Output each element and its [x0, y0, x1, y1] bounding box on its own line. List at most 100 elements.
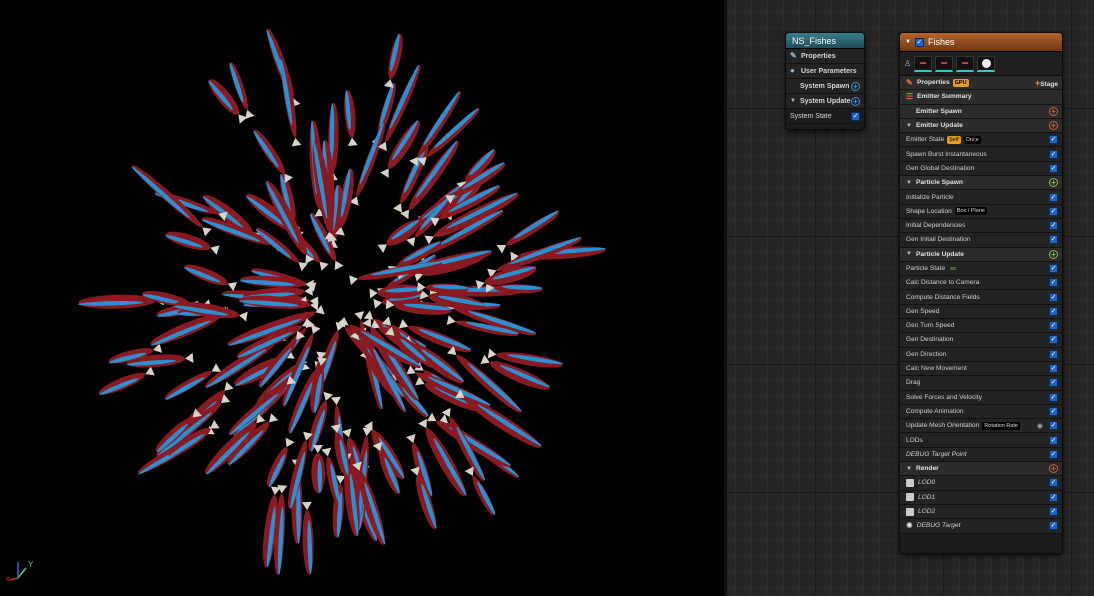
add-module-icon[interactable]: + — [1049, 464, 1058, 474]
add-module-icon[interactable]: + — [1049, 249, 1058, 259]
module-enable-checkbox[interactable]: ✓ — [1049, 349, 1058, 359]
module-row[interactable]: Particle State ∞ ✓ — [900, 261, 1062, 277]
module-row[interactable]: LOD2 ✓ — [900, 504, 1062, 520]
module-row[interactable]: LODs ✓ — [900, 433, 1062, 448]
module-enable-checkbox[interactable]: ✓ — [1049, 492, 1058, 502]
module-row[interactable]: Gen Initail Destination ✓ — [900, 233, 1062, 248]
module-row[interactable]: Calc Distance to Camera ✓ — [900, 276, 1062, 291]
module-enable-checkbox[interactable]: ✓ — [1049, 149, 1058, 159]
axis-x-label: x — [6, 574, 10, 583]
module-label: DEBUG Target Point — [906, 450, 967, 458]
module-label: Initial Dependencies — [906, 222, 966, 230]
collapse-arrow-icon[interactable]: ▼ — [790, 98, 796, 104]
collapse-arrow-icon[interactable]: ▼ — [905, 39, 911, 45]
mesh-thumbnail[interactable]: ▬ — [956, 55, 975, 72]
module-row[interactable]: Drag ✓ — [900, 376, 1062, 391]
system-properties-row[interactable]: ✎ Properties — [786, 49, 864, 64]
section-render[interactable]: ▼ Render + — [900, 462, 1062, 477]
system-state-row[interactable]: System State ✓ — [786, 109, 864, 124]
eye-icon[interactable]: ◉ — [1037, 422, 1043, 430]
user-parameters-row[interactable]: ● User Parameters — [786, 64, 864, 79]
emitter-title[interactable]: Fishes — [928, 37, 955, 47]
sprite-thumbnail[interactable] — [977, 55, 996, 72]
emitter-properties-label: Properties — [917, 79, 950, 87]
module-row[interactable]: Update Mesh Orientation Rotation Rate ◉ ✓ — [900, 419, 1062, 434]
module-enable-checkbox[interactable]: ✓ — [1049, 163, 1058, 173]
system-update-row[interactable]: ▼ System Update + — [786, 94, 864, 109]
add-module-icon[interactable]: + — [851, 81, 860, 91]
module-enable-checkbox[interactable]: ✓ — [1049, 335, 1058, 345]
collapse-arrow-icon[interactable]: ▼ — [906, 123, 912, 129]
module-enable-checkbox[interactable]: ✓ — [1049, 306, 1058, 316]
module-enable-checkbox[interactable]: ✓ — [1049, 449, 1058, 459]
module-enable-checkbox[interactable]: ✓ — [1049, 421, 1058, 431]
module-row[interactable]: Shape Location Box / Plane ✓ — [900, 204, 1062, 219]
module-enable-checkbox[interactable]: ✓ — [1049, 192, 1058, 202]
module-row[interactable]: Gen Speed ✓ — [900, 304, 1062, 320]
module-row[interactable]: Compute Distance Fields ✓ — [900, 290, 1062, 305]
mesh-thumbnail[interactable]: ▬ — [914, 55, 933, 72]
module-row[interactable]: Compute Animation ✓ — [900, 404, 1062, 420]
mesh-icon — [906, 493, 914, 502]
module-enable-checkbox[interactable]: ✓ — [1049, 206, 1058, 216]
emitter-enable-checkbox[interactable]: ✓ — [914, 37, 924, 47]
module-enable-checkbox[interactable]: ✓ — [1049, 406, 1058, 416]
emitter-node[interactable]: ▼ ✓ Fishes ♙ ▬ ▬ ▬ ✎ Properties GPU +Sta… — [899, 32, 1063, 554]
module-row[interactable]: LOD0 ✓ — [900, 476, 1062, 491]
section-particle-spawn[interactable]: ▼ Particle Spawn + — [900, 176, 1062, 191]
module-row[interactable]: ✺ DEBUG Target ✓ — [900, 519, 1062, 534]
module-enable-checkbox[interactable]: ✓ — [1049, 478, 1058, 488]
system-node-title[interactable]: NS_Fishes — [786, 33, 864, 49]
system-node[interactable]: NS_Fishes ✎ Properties ● User Parameters… — [785, 32, 865, 130]
module-row[interactable]: LOD1 ✓ — [900, 490, 1062, 505]
collapse-arrow-icon[interactable]: ▼ — [906, 466, 912, 472]
emitter-summary-label: Emitter Summary — [917, 93, 972, 101]
module-enable-checkbox[interactable]: ✓ — [1049, 507, 1058, 517]
preview-viewport[interactable]: x Y — [0, 0, 727, 596]
emitter-summary-row[interactable]: ☰ Emitter Summary — [900, 90, 1062, 105]
system-properties-label: Properties — [801, 52, 836, 60]
module-label: LODs — [906, 436, 923, 444]
module-enable-checkbox[interactable]: ✓ — [1049, 321, 1058, 331]
module-row[interactable]: Gen Global Destination ✓ — [900, 161, 1062, 177]
module-enable-checkbox[interactable]: ✓ — [1049, 221, 1058, 231]
add-module-icon[interactable]: + — [1049, 178, 1058, 188]
module-enable-checkbox[interactable]: ✓ — [1049, 392, 1058, 402]
module-row[interactable]: DEBUG Target Point ✓ — [900, 447, 1062, 463]
module-row[interactable]: Emitter State Self Once ✓ — [900, 133, 1062, 148]
module-row[interactable]: Calc New Movement ✓ — [900, 361, 1062, 377]
module-enable-checkbox[interactable]: ✓ — [1049, 264, 1058, 273]
module-enable-checkbox[interactable]: ✓ — [1049, 135, 1058, 145]
module-enable-checkbox[interactable]: ✓ — [1049, 378, 1058, 388]
module-tag: Self — [947, 135, 961, 144]
module-label: Particle State — [906, 265, 946, 272]
add-module-icon[interactable]: + — [851, 96, 860, 106]
enable-checkbox[interactable]: ✓ — [851, 111, 860, 121]
module-tag: Box / Plane — [954, 207, 987, 216]
add-module-icon[interactable]: + — [1049, 121, 1058, 131]
collapse-arrow-icon[interactable]: ▼ — [906, 251, 912, 257]
module-enable-checkbox[interactable]: ✓ — [1049, 521, 1058, 531]
module-enable-checkbox[interactable]: ✓ — [1049, 278, 1058, 288]
module-enable-checkbox[interactable]: ✓ — [1049, 292, 1058, 302]
module-row[interactable]: Gen Turn Speed ✓ — [900, 319, 1062, 334]
module-enable-checkbox[interactable]: ✓ — [1049, 364, 1058, 374]
module-row[interactable]: Solve Forces and Velocity ✓ — [900, 390, 1062, 405]
emitter-header[interactable]: ▼ ✓ Fishes — [900, 33, 1062, 52]
module-row[interactable]: Gen Destination ✓ — [900, 333, 1062, 348]
module-row[interactable]: Spawn Burst Instantaneous ✓ — [900, 147, 1062, 162]
section-emitter-spawn[interactable]: Emitter Spawn + — [900, 104, 1062, 119]
emitter-properties-row[interactable]: ✎ Properties GPU +Stage — [900, 76, 1062, 91]
add-module-icon[interactable]: + — [1049, 106, 1058, 116]
section-particle-update[interactable]: ▼ Particle Update + — [900, 247, 1062, 262]
add-stage-button[interactable]: +Stage — [1035, 78, 1058, 88]
section-emitter-update[interactable]: ▼ Emitter Update + — [900, 118, 1062, 134]
module-row[interactable]: Initial Dependencies ✓ — [900, 218, 1062, 234]
module-enable-checkbox[interactable]: ✓ — [1049, 435, 1058, 445]
module-row[interactable]: Initialize Particle ✓ — [900, 190, 1062, 205]
collapse-arrow-icon[interactable]: ▼ — [906, 180, 912, 186]
module-row[interactable]: Gen Direction ✓ — [900, 347, 1062, 362]
module-enable-checkbox[interactable]: ✓ — [1049, 235, 1058, 245]
system-spawn-row[interactable]: System Spawn + — [786, 79, 864, 94]
mesh-thumbnail[interactable]: ▬ — [935, 55, 954, 72]
